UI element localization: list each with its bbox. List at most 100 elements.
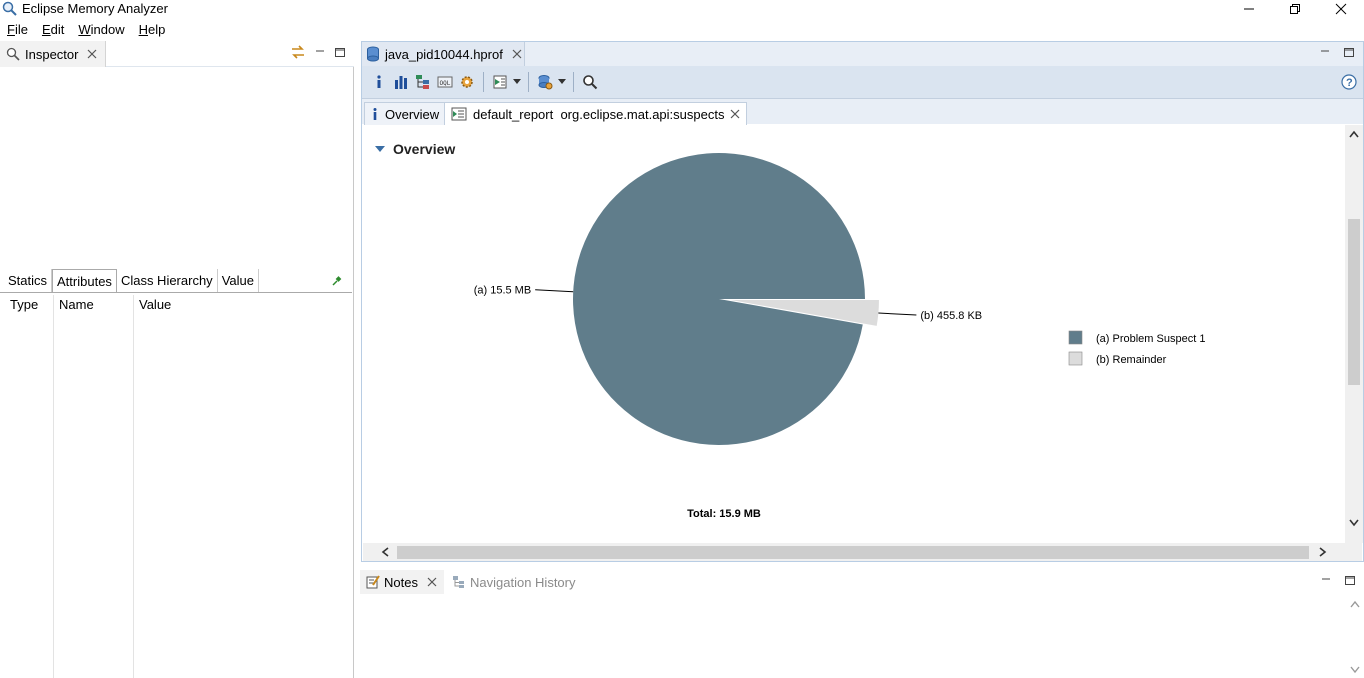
tab-notes[interactable]: Notes [360,570,444,594]
svg-text:?: ? [1346,77,1353,89]
inspector-tab-label: Inspector [25,46,79,62]
chevron-up-icon[interactable] [1349,130,1359,138]
vertical-scroll-thumb[interactable] [1348,219,1360,385]
subtab-value[interactable]: Value [218,269,259,293]
column-type[interactable]: Type [0,295,53,315]
navigation-history-icon [452,575,466,589]
title-bar: Eclipse Memory Analyzer [0,0,1364,18]
editor-tab-label: java_pid10044.hprof [385,46,503,62]
tab-default-report-label: default_report org.eclipse.mat.api:suspe… [473,106,725,122]
chevron-right-icon[interactable] [1319,547,1327,557]
info-icon [371,107,379,121]
close-tab-icon[interactable] [512,49,522,59]
chevron-down-icon[interactable] [556,71,568,93]
search-icon[interactable] [579,71,601,93]
legend-entry: (b) Remainder [1096,354,1167,366]
subtab-divider [0,292,352,293]
toolbar-separator [483,72,484,92]
inspector-pane: Inspector Statics Attributes Class Hiera… [0,41,354,678]
query-browser-icon[interactable] [534,71,556,93]
pie-slice-a [573,153,865,446]
maximize-view-icon[interactable] [1343,46,1355,58]
restore-icon[interactable] [1278,0,1312,18]
toolbar-separator [573,72,574,92]
minimize-icon[interactable] [1232,0,1266,18]
pie-total-label: Total: 15.9 MB [687,508,761,520]
help-icon[interactable]: ? [1341,74,1357,90]
chevron-down-icon[interactable] [1349,519,1359,527]
menu-file[interactable]: File [0,20,35,40]
pin-icon[interactable] [331,275,343,287]
chevron-left-icon[interactable] [381,547,389,557]
histogram-icon[interactable] [390,71,412,93]
subtab-statics[interactable]: Statics [4,269,53,293]
legend-swatch [1068,351,1083,366]
horizontal-scrollbar[interactable] [363,543,1362,561]
menu-edit[interactable]: Edit [35,20,71,40]
heap-dump-icon [366,46,380,62]
info-icon[interactable] [368,71,390,93]
menu-help[interactable]: Help [132,20,173,40]
menu-window[interactable]: Window [71,20,131,40]
maximize-view-icon[interactable] [334,46,346,58]
tab-navigation-history[interactable]: Navigation History [448,570,576,594]
vertical-scrollbar[interactable] [1345,125,1363,543]
editor-pane: java_pid10044.hprof OQL ? Overview defau… [361,41,1364,562]
chevron-down-icon[interactable] [511,71,523,93]
legend-swatch [1068,330,1083,345]
maximize-view-icon[interactable] [1344,574,1356,586]
editor-toolbar: OQL [362,66,1363,98]
overview-pie-chart: (a) 15.5 MB (b) 455.8 KB (a) Problem Susp… [474,153,1205,520]
report-icon [451,107,467,121]
inspector-tab[interactable]: Inspector [0,41,106,67]
close-icon[interactable] [1324,0,1358,18]
chevron-up-icon[interactable] [1350,600,1360,608]
run-report-icon[interactable] [489,71,511,93]
close-tab-icon[interactable] [730,109,740,119]
inspector-tab-bar: Inspector [0,41,354,67]
column-value[interactable]: Value [133,295,333,315]
report-content: Overview (a) 15.5 MB (b) 455.8 KB (a) Pro… [363,125,1343,543]
report-tab-bar: Overview default_report org.eclipse.mat.… [362,98,1363,125]
dominator-tree-icon[interactable] [412,71,434,93]
minimize-view-icon[interactable] [314,46,326,58]
svg-text:OQL: OQL [440,80,451,87]
close-tab-icon[interactable] [87,49,97,59]
link-with-editor-icon[interactable] [290,45,306,59]
editor-tab-bar: java_pid10044.hprof [362,42,1363,66]
editor-view-controls [1319,46,1355,58]
notes-tab-label: Notes [384,574,418,590]
subtab-attributes[interactable]: Attributes [52,269,117,293]
menu-bar: File Edit Window Help [0,20,172,40]
minimize-view-icon[interactable] [1320,574,1332,586]
notes-vertical-scrollbar[interactable] [1346,594,1364,678]
chevron-down-icon[interactable] [1350,666,1360,674]
legend-entry: (a) Problem Suspect 1 [1096,333,1205,345]
notes-view-controls [1320,574,1356,586]
inspector-subtabs: Statics Attributes Class Hierarchy Value [4,269,259,293]
heap-dump-editor-tab[interactable]: java_pid10044.hprof [362,42,525,66]
close-tab-icon[interactable] [427,577,437,587]
tab-default-report[interactable]: default_report org.eclipse.mat.api:suspe… [444,102,748,125]
callout-line [535,289,574,293]
slice-data-label: (a) 15.5 MB [474,285,531,297]
minimize-view-icon[interactable] [1319,46,1331,58]
notes-pane: Notes Navigation History [358,568,1364,678]
subtab-class-hierarchy[interactable]: Class Hierarchy [117,269,218,293]
window-title: Eclipse Memory Analyzer [22,1,168,16]
thread-overview-icon[interactable] [456,71,478,93]
memory-analyzer-app-icon [2,1,18,17]
tab-overview[interactable]: Overview [364,102,447,125]
horizontal-scroll-thumb[interactable] [397,546,1309,559]
notes-icon [366,575,380,589]
slice-data-label: (b) 455.8 KB [920,310,982,322]
notes-tab-bar: Notes Navigation History [358,568,1364,594]
tab-overview-label: Overview [385,106,440,122]
navigation-history-tab-label: Navigation History [470,574,576,590]
inspector-toolbar [290,45,346,59]
inspector-icon [6,47,20,61]
callout-line [878,312,917,316]
toolbar-separator [528,72,529,92]
column-name[interactable]: Name [53,295,133,315]
oql-icon[interactable]: OQL [434,71,456,93]
